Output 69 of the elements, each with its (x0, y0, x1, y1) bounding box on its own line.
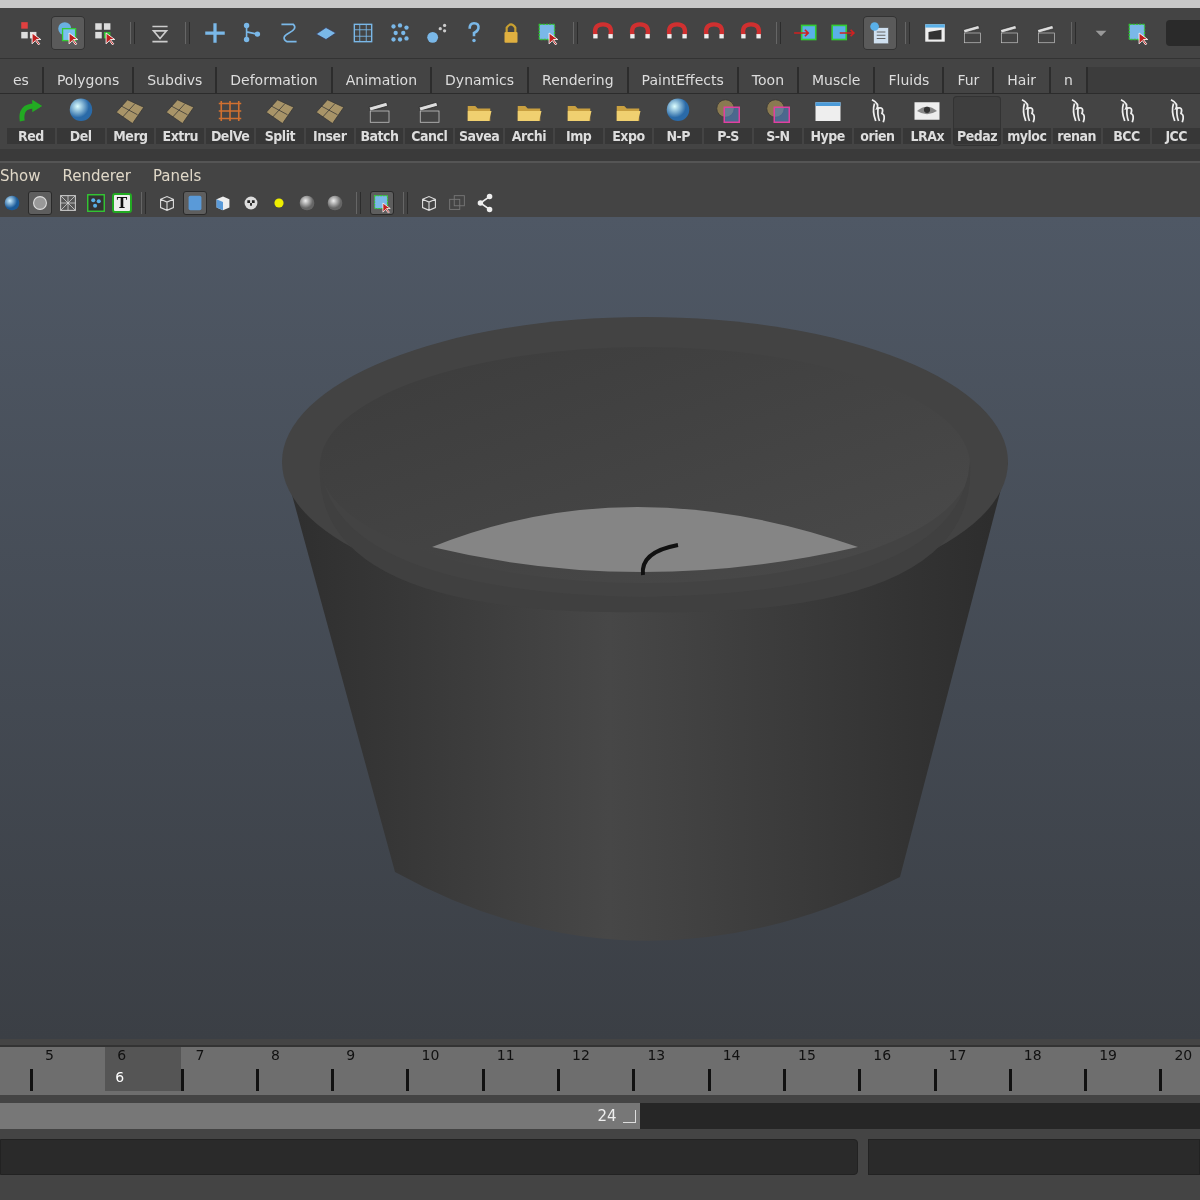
text-button[interactable]: T (112, 193, 132, 213)
shelf-tab[interactable]: Rendering (529, 67, 629, 93)
shelf-button[interactable]: Batch (355, 96, 404, 146)
shelf-button[interactable]: BCC (1102, 96, 1151, 146)
frame-number: 5 (45, 1047, 54, 1063)
frame-number: 20 (1174, 1047, 1193, 1063)
shelf-button[interactable]: JCC (1152, 96, 1200, 146)
shelf-tab[interactable]: Fur (944, 67, 995, 93)
cube-icon[interactable] (183, 191, 207, 215)
shelf-button[interactable]: Archi (504, 96, 553, 146)
shelf-button[interactable]: renan (1052, 96, 1101, 146)
panel-menu-item[interactable]: Panels (152, 167, 202, 185)
shelf-tab[interactable]: Hair (994, 67, 1052, 93)
shelf-button[interactable]: orien (853, 96, 902, 146)
frame-number: 6 (117, 1047, 127, 1063)
shelf-button[interactable]: Hype (803, 96, 852, 146)
command-line-field[interactable] (0, 1139, 858, 1175)
shelf-button[interactable]: Merg (106, 96, 155, 146)
frame-number: 15 (797, 1047, 816, 1063)
selection-box-icon[interactable] (370, 191, 394, 215)
dots-icon[interactable] (84, 191, 108, 215)
frame-number: 12 (572, 1047, 590, 1063)
frame-number: 17 (948, 1047, 967, 1063)
shelf-tab[interactable]: n (1051, 67, 1088, 93)
shelf-button[interactable]: myloc (1002, 96, 1051, 146)
frame-number: 16 (873, 1047, 892, 1063)
frame-number: 7 (195, 1047, 205, 1063)
shelf-tab[interactable]: Fluids (875, 67, 945, 93)
frame-number: 11 (496, 1047, 515, 1063)
quick-search-field[interactable] (1166, 20, 1200, 46)
shelf-tab[interactable]: Toon (738, 67, 800, 93)
document-icon[interactable] (863, 16, 897, 50)
shelf-button[interactable]: DelVe (206, 96, 254, 146)
object-cursor-icon[interactable] (51, 16, 85, 50)
shelf-button[interactable]: Inser (305, 96, 354, 146)
shelf-button[interactable]: P-S (704, 96, 752, 146)
panel-menu-item[interactable]: Renderer (62, 167, 131, 185)
shelf-button[interactable]: Split (256, 96, 304, 146)
shelf-button[interactable]: Imp (554, 96, 603, 146)
frame-number: 8 (270, 1047, 280, 1063)
shelf-button[interactable]: Savea (455, 96, 503, 146)
frame-number: 9 (346, 1047, 356, 1063)
shelf-button[interactable]: Expo (604, 96, 653, 146)
shelf-button[interactable]: Del (56, 96, 105, 146)
shelf-button[interactable]: LRAx (903, 96, 952, 146)
shelf-button[interactable]: N-P (654, 96, 703, 146)
shelf-button[interactable]: Cancl (405, 96, 454, 146)
frame-number: 18 (1023, 1047, 1042, 1063)
slider-handle[interactable] (622, 1109, 636, 1123)
shelf-tab[interactable]: Muscle (799, 67, 876, 93)
panel-menu-item[interactable]: Show (0, 167, 41, 185)
shelf-tab[interactable]: Animation (332, 67, 433, 93)
range-slider[interactable]: 24 (0, 1103, 1200, 1129)
shelf-tab[interactable]: es (0, 67, 44, 93)
shelf-tab[interactable]: Deformation (217, 67, 333, 93)
frame-number: 10 (421, 1047, 440, 1063)
frame-number: 19 (1099, 1047, 1117, 1063)
frame-number: 14 (722, 1047, 741, 1063)
shelf-tab[interactable]: Polygons (43, 67, 135, 93)
range-end: 24 (597, 1107, 617, 1125)
current-frame: 6 (115, 1069, 125, 1085)
shelf-button[interactable]: Extru (156, 96, 205, 146)
shelf-tab[interactable]: Subdivs (134, 67, 218, 93)
shelf-button[interactable]: S-N (753, 96, 802, 146)
shelf-button[interactable]: Red (7, 96, 55, 146)
shelf-button[interactable]: Pedaz (953, 96, 1001, 146)
frame-number: 13 (647, 1047, 666, 1063)
shelf-tab[interactable]: Dynamics (432, 67, 530, 93)
shelf-tab[interactable]: PaintEffects (628, 67, 739, 93)
